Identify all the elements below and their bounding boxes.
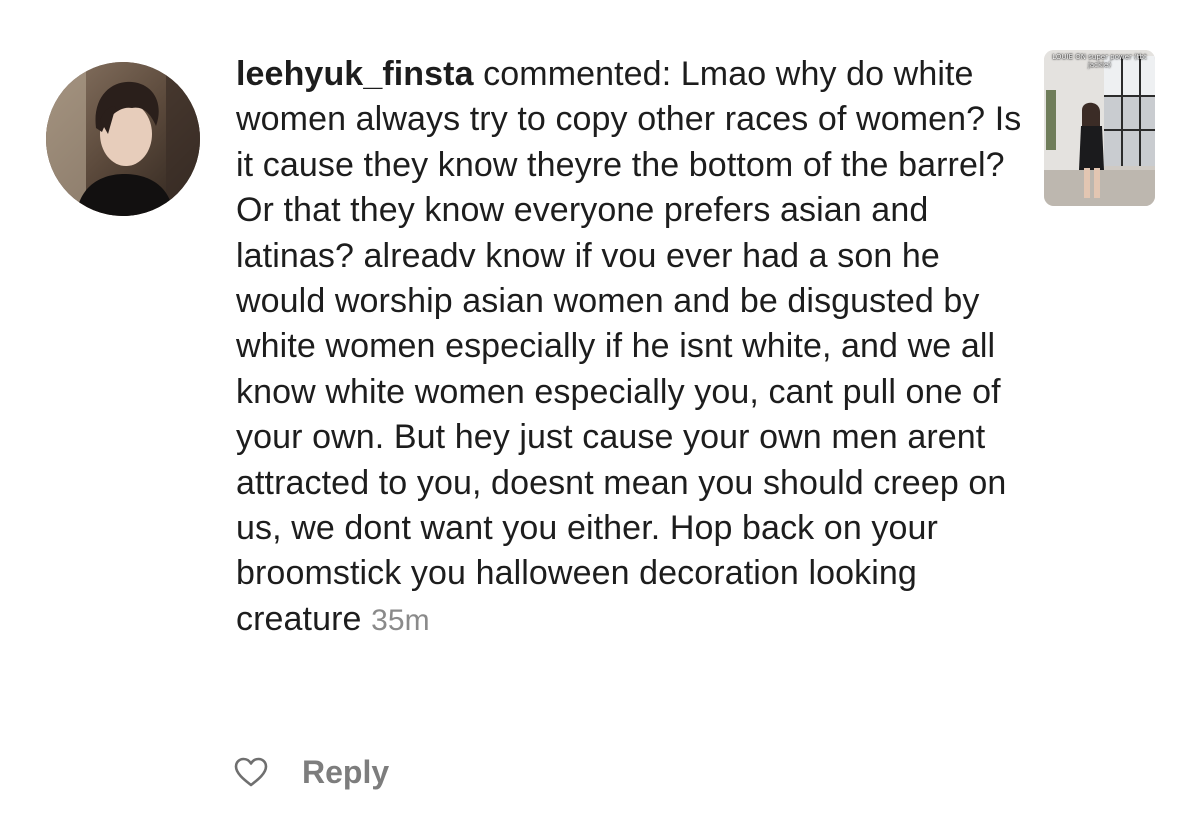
comment-body: Lmao why do white women always try to co… bbox=[236, 55, 1022, 638]
heart-outline-icon bbox=[234, 757, 268, 787]
action-label: commented: bbox=[483, 55, 672, 93]
activity-notification: leehyuk_finsta commented: Lmao why do wh… bbox=[0, 0, 1200, 824]
timestamp: 35m bbox=[371, 603, 430, 637]
avatar[interactable] bbox=[46, 62, 200, 216]
comment-text: leehyuk_finsta commented: Lmao why do wh… bbox=[236, 52, 1026, 643]
post-image bbox=[1044, 50, 1155, 206]
comment-actions: Reply bbox=[234, 750, 389, 794]
post-thumbnail[interactable]: LOUIE ON super power (tbt jackie) bbox=[1044, 50, 1155, 206]
thumbnail-caption: LOUIE ON super power (tbt jackie) bbox=[1052, 53, 1147, 69]
username-link[interactable]: leehyuk_finsta bbox=[236, 55, 474, 93]
reply-button[interactable]: Reply bbox=[302, 754, 389, 791]
profile-photo bbox=[46, 62, 200, 216]
like-button[interactable] bbox=[234, 755, 268, 789]
